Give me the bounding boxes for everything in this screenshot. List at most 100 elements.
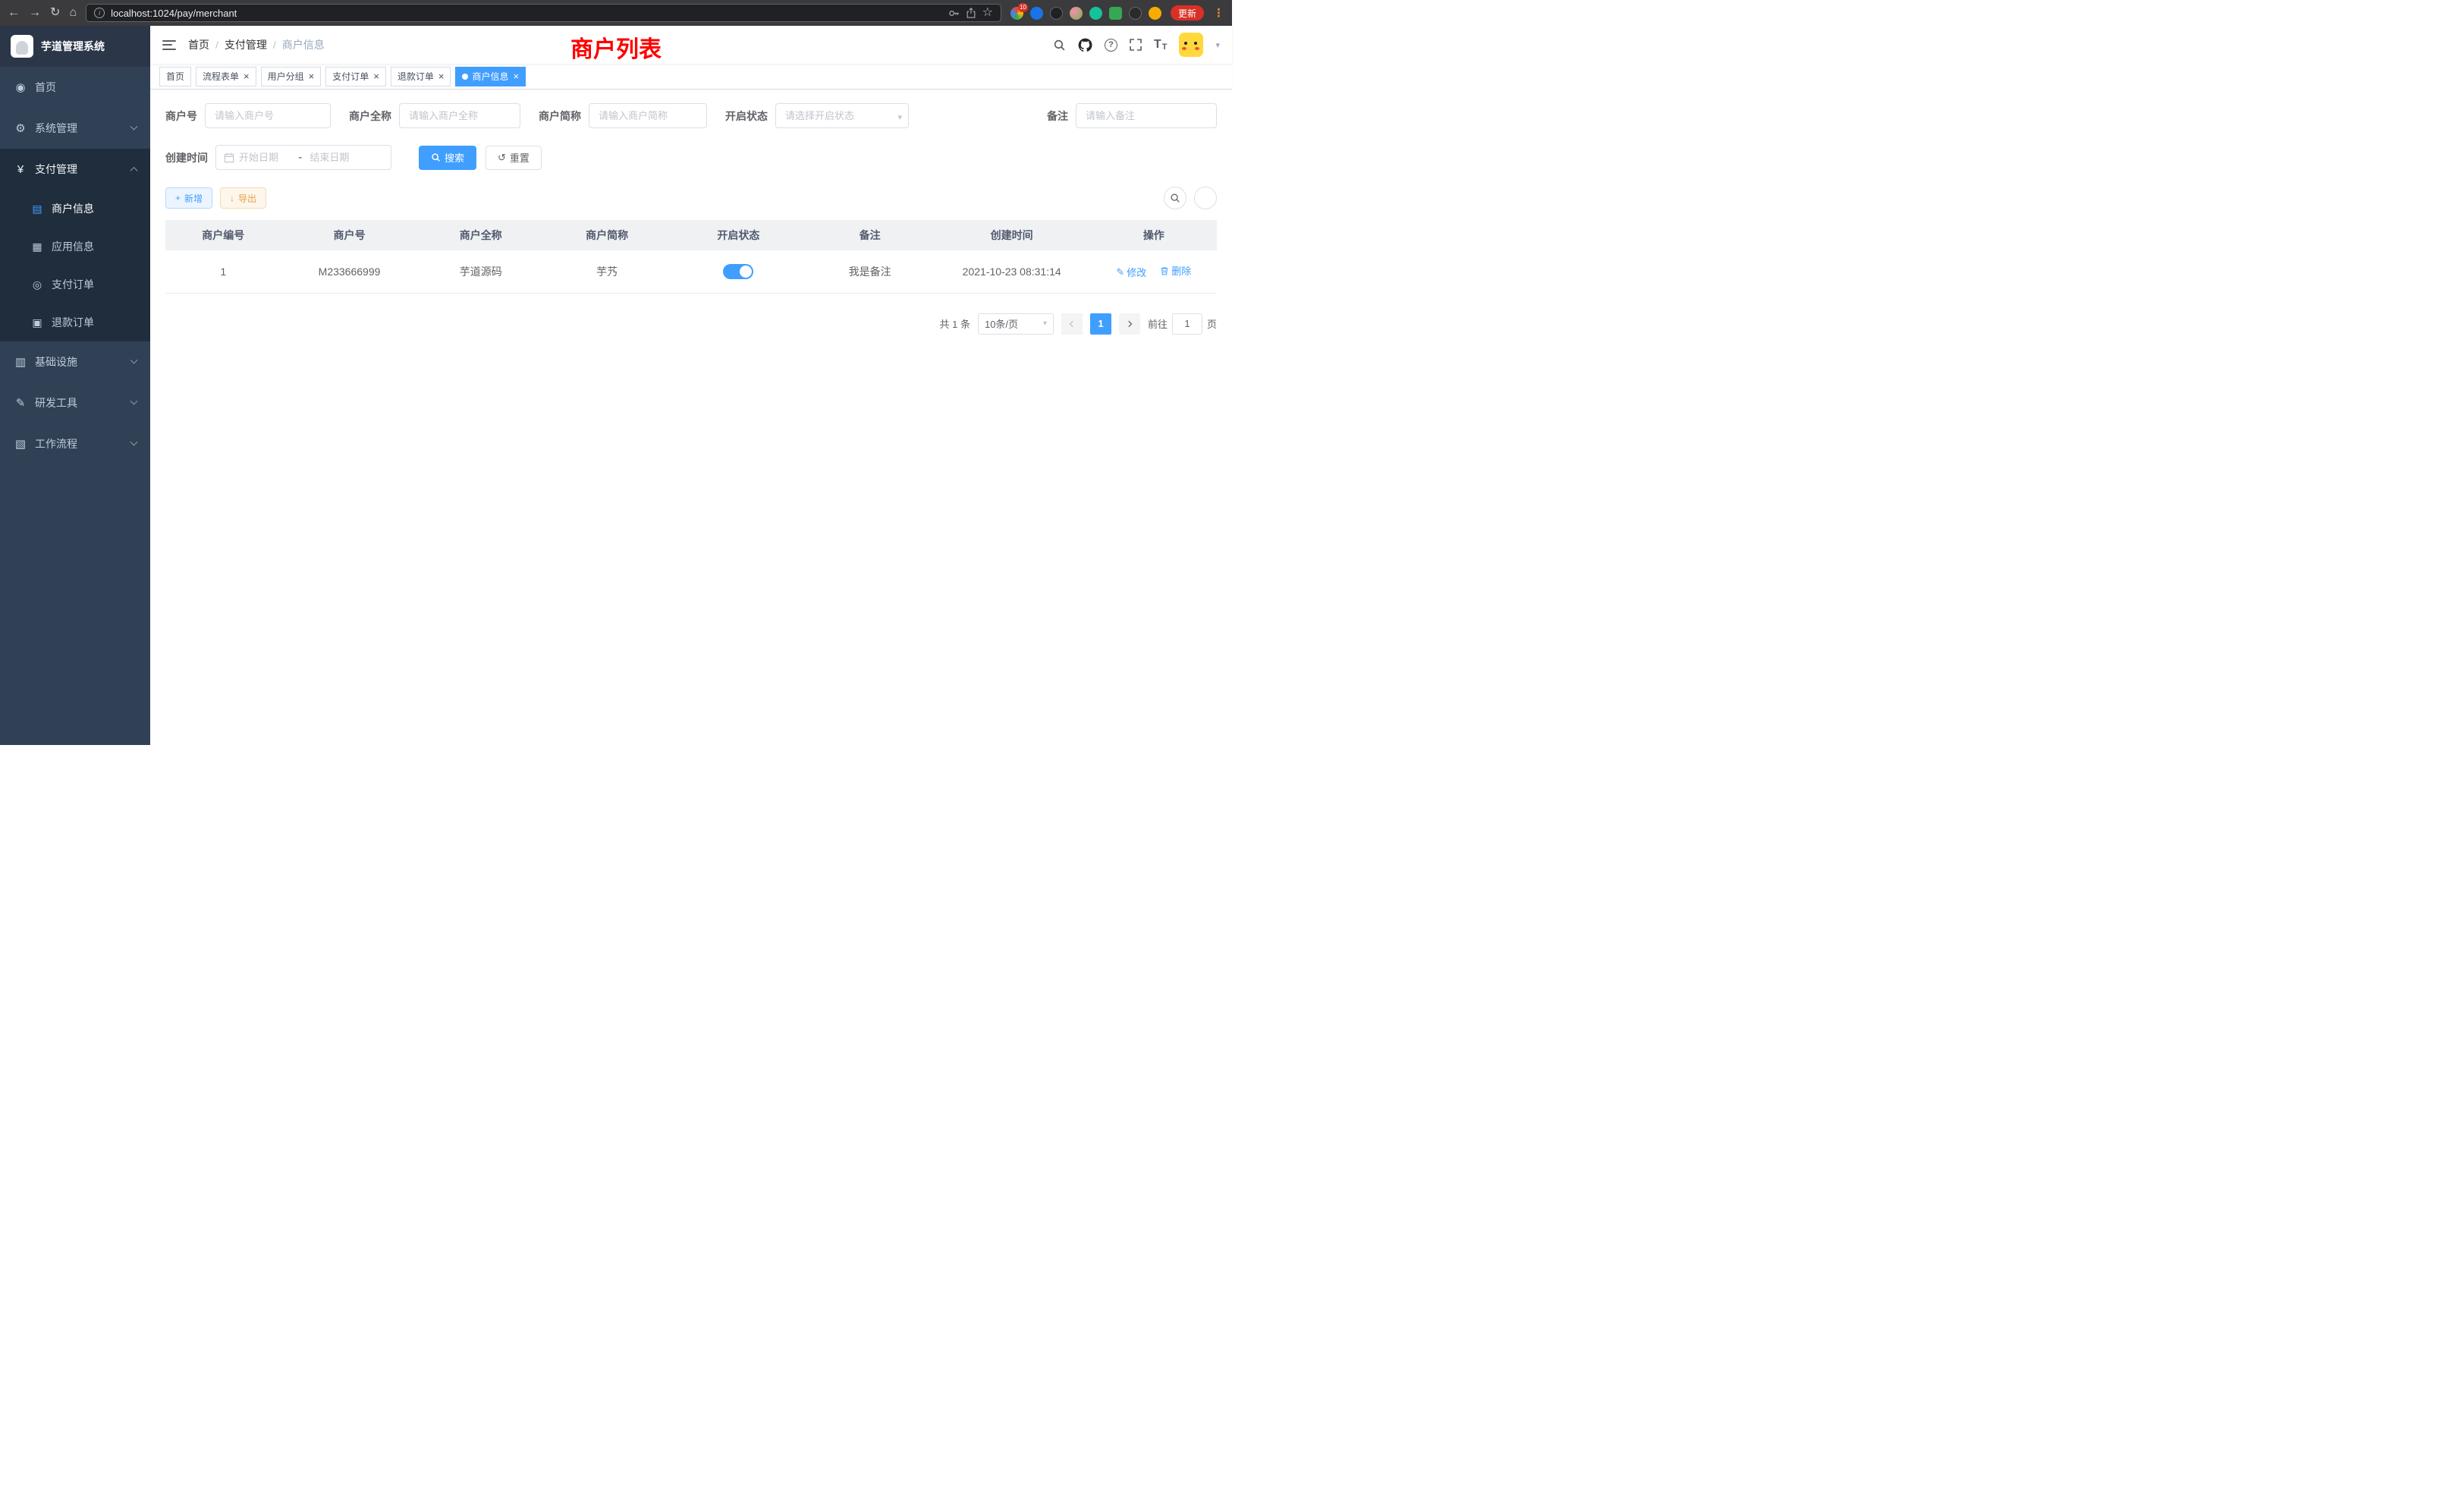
sidebar-item-pay-order[interactable]: ◎ 支付订单 — [0, 266, 150, 303]
close-icon[interactable]: × — [438, 71, 445, 81]
full-name-input[interactable] — [399, 103, 520, 128]
chevron-down-icon — [130, 356, 138, 363]
breadcrumb-payment[interactable]: 支付管理 — [225, 37, 267, 52]
github-icon[interactable] — [1078, 38, 1092, 52]
close-icon[interactable]: × — [244, 71, 250, 81]
extension-icon[interactable] — [1089, 7, 1102, 20]
col-status: 开启状态 — [670, 220, 806, 250]
export-button-label: 导出 — [238, 192, 256, 205]
sidebar-item-refund-order[interactable]: ▣ 退款订单 — [0, 303, 150, 341]
browser-menu-icon[interactable]: ⋮ — [1213, 6, 1224, 20]
forward-icon[interactable]: → — [29, 7, 41, 19]
short-name-label: 商户简称 — [539, 108, 581, 124]
search-button-label: 搜索 — [445, 150, 464, 165]
page-size-select[interactable]: 10条/页 ▾ — [978, 313, 1054, 335]
sidebar-item-app-info[interactable]: ▦ 应用信息 — [0, 228, 150, 266]
tab-refund-order[interactable]: 退款订单 × — [391, 67, 451, 86]
extension-icon[interactable] — [1050, 7, 1063, 20]
sidebar-item-infrastructure[interactable]: ▥ 基础设施 — [0, 341, 150, 382]
address-bar[interactable]: i localhost:1024/pay/merchant ☆ — [86, 4, 1001, 22]
export-button[interactable]: ↓ 导出 — [220, 187, 266, 209]
add-button[interactable]: + 新增 — [165, 187, 212, 209]
tab-user-group[interactable]: 用户分组 × — [261, 67, 322, 86]
back-icon[interactable]: ← — [8, 7, 20, 19]
right-tools — [1164, 187, 1217, 209]
app-logo-area[interactable]: 芋道管理系统 — [0, 26, 150, 67]
page-size-value: 10条/页 — [985, 316, 1018, 331]
table-header-row: 商户编号 商户号 商户全称 商户简称 开启状态 备注 创建时间 操作 — [165, 220, 1217, 250]
breadcrumb-separator: / — [215, 39, 218, 51]
search-icon[interactable] — [1053, 39, 1066, 52]
page-1-button[interactable]: 1 — [1090, 313, 1111, 335]
sidebar-item-merchant-info[interactable]: ▤ 商户信息 — [0, 190, 150, 228]
app-title: 芋道管理系统 — [41, 39, 105, 54]
reset-button[interactable]: ↺ 重置 — [486, 146, 542, 170]
browser-update-button[interactable]: 更新 — [1171, 5, 1204, 20]
table-row: 1 M233666999 芋道源码 芋艿 我是备注 2021-10-23 08:… — [165, 250, 1217, 293]
extension-icon[interactable] — [1129, 7, 1142, 20]
status-select[interactable] — [775, 103, 909, 128]
status-label: 开启状态 — [725, 108, 768, 124]
fullscreen-icon[interactable] — [1130, 39, 1142, 51]
remark-input[interactable] — [1076, 103, 1217, 128]
status-toggle[interactable] — [723, 264, 753, 279]
chevron-up-icon — [130, 166, 138, 174]
breadcrumb-home[interactable]: 首页 — [188, 37, 209, 52]
reload-icon[interactable]: ↻ — [50, 7, 60, 19]
extension-icon[interactable] — [1149, 7, 1161, 20]
close-icon[interactable]: × — [513, 71, 519, 81]
search-button[interactable]: 搜索 — [419, 146, 476, 170]
font-size-icon[interactable]: TT — [1154, 38, 1168, 52]
extension-icon[interactable]: 10 — [1010, 7, 1023, 20]
prev-page-button[interactable] — [1061, 313, 1083, 335]
plus-icon: + — [175, 193, 181, 203]
bookmark-star-icon[interactable]: ☆ — [982, 7, 993, 19]
sidebar-item-label: 首页 — [35, 80, 56, 95]
sidebar-item-label: 支付管理 — [35, 162, 77, 177]
sidebar-item-devtools[interactable]: ✎ 研发工具 — [0, 382, 150, 423]
delete-button[interactable]: 删除 — [1160, 263, 1191, 278]
sidebar-item-payment[interactable]: ¥ 支付管理 — [0, 149, 150, 190]
user-avatar[interactable] — [1179, 33, 1203, 57]
dashboard-icon: ◉ — [14, 80, 27, 94]
short-name-input[interactable] — [589, 103, 707, 128]
col-remark: 备注 — [806, 220, 932, 250]
password-key-icon[interactable] — [948, 8, 960, 19]
merchant-no-input[interactable] — [205, 103, 331, 128]
extension-icon[interactable] — [1070, 7, 1083, 20]
next-page-button[interactable] — [1119, 313, 1140, 335]
start-date-input[interactable] — [239, 152, 291, 163]
close-icon[interactable]: × — [309, 71, 315, 81]
sidebar-item-system[interactable]: ⚙ 系统管理 — [0, 108, 150, 149]
refresh-button[interactable] — [1194, 187, 1217, 209]
tab-home[interactable]: 首页 — [159, 67, 191, 86]
col-merchant-no: 商户号 — [281, 220, 417, 250]
calendar-icon — [224, 152, 234, 163]
sidebar-item-label: 支付订单 — [52, 277, 94, 292]
end-date-input[interactable] — [310, 152, 361, 163]
extension-icon[interactable] — [1109, 7, 1122, 20]
extension-icon[interactable] — [1030, 7, 1043, 20]
edit-button[interactable]: ✎ 修改 — [1116, 265, 1146, 279]
hamburger-icon[interactable] — [162, 40, 176, 50]
toggle-search-button[interactable] — [1164, 187, 1186, 209]
help-icon[interactable]: ? — [1105, 39, 1117, 52]
home-icon[interactable]: ⌂ — [69, 7, 77, 19]
create-time-range-picker[interactable]: - — [215, 145, 391, 170]
delete-label: 删除 — [1171, 263, 1191, 278]
sidebar-item-workflow[interactable]: ▧ 工作流程 — [0, 423, 150, 464]
close-icon[interactable]: × — [373, 71, 379, 81]
tab-pay-order[interactable]: 支付订单 × — [325, 67, 386, 86]
goto-page-input[interactable] — [1172, 313, 1202, 335]
avatar-caret-icon[interactable]: ▾ — [1215, 40, 1220, 50]
breadcrumb: 首页 / 支付管理 / 商户信息 — [188, 37, 325, 52]
tab-merchant-info[interactable]: 商户信息 × — [455, 67, 526, 86]
sidebar-item-home[interactable]: ◉ 首页 — [0, 67, 150, 108]
share-icon[interactable] — [966, 8, 976, 18]
tab-process-form[interactable]: 流程表单 × — [196, 67, 256, 86]
url-text[interactable]: localhost:1024/pay/merchant — [111, 8, 942, 19]
chevron-down-icon: ▾ — [1043, 319, 1047, 328]
goto-label: 前往 — [1148, 316, 1168, 331]
site-info-icon[interactable]: i — [94, 8, 105, 18]
cell-created-at: 2021-10-23 08:31:14 — [933, 250, 1091, 293]
